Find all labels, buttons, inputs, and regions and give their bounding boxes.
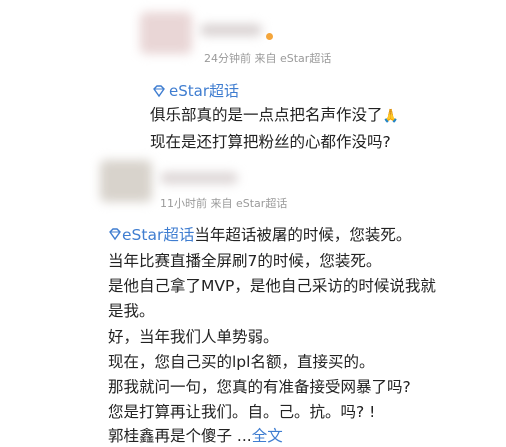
badge-icon <box>266 33 273 40</box>
avatar[interactable] <box>100 160 152 202</box>
topic-link[interactable]: eStar超话 <box>122 226 194 244</box>
post-text-line: 当年比赛直播全屏刷7的时候，您装死。 <box>108 252 382 270</box>
post-text: 俱乐部真的是一点点把名声作没了 <box>150 106 383 124</box>
post-meta: 24分钟前 来自 eStar超话 <box>204 52 332 65</box>
read-more-link[interactable]: 全文 <box>252 427 283 445</box>
pray-emoji-icon: 🙏 <box>382 109 399 124</box>
post-text-line: 那我就问一句，您真的有准备接受网暴了吗? <box>108 378 411 396</box>
post-text-line: 俱乐部真的是一点点把名声作没了🙏 <box>150 104 399 128</box>
post-text-line: 好，当年我们人单势弱。 <box>108 328 279 346</box>
post-text-line: 现在，您自己买的lpl名额，直接买的。 <box>108 353 375 371</box>
post-text: 当年超话被屠的时候，您装死。 <box>194 226 412 244</box>
post-text-line: 是他自己拿了MVP，是他自己采访的时候说我就 <box>108 277 436 295</box>
post-text-line: 您是打算再让我们。自。己。抗。吗? ! <box>108 403 376 421</box>
topic-link[interactable]: eStar超话 <box>152 80 239 101</box>
avatar[interactable] <box>140 12 192 54</box>
username[interactable] <box>200 24 262 36</box>
post-text-line: 现在是还打算把粉丝的心都作没吗? <box>150 133 391 151</box>
post-text-line: 郭桂鑫再是个傻子 ...全文 <box>108 425 283 447</box>
topic-label: eStar超话 <box>169 82 239 100</box>
post-meta: 11小时前 来自 eStar超话 <box>160 197 288 210</box>
username[interactable] <box>160 172 238 184</box>
post-text-line: 是我。 <box>108 302 155 320</box>
post-text: 郭桂鑫再是个傻子 ... <box>108 427 252 445</box>
post-text-line: eStar超话当年超话被屠的时候，您装死。 <box>108 224 411 246</box>
diamond-icon <box>153 84 165 97</box>
diamond-icon <box>109 228 121 241</box>
